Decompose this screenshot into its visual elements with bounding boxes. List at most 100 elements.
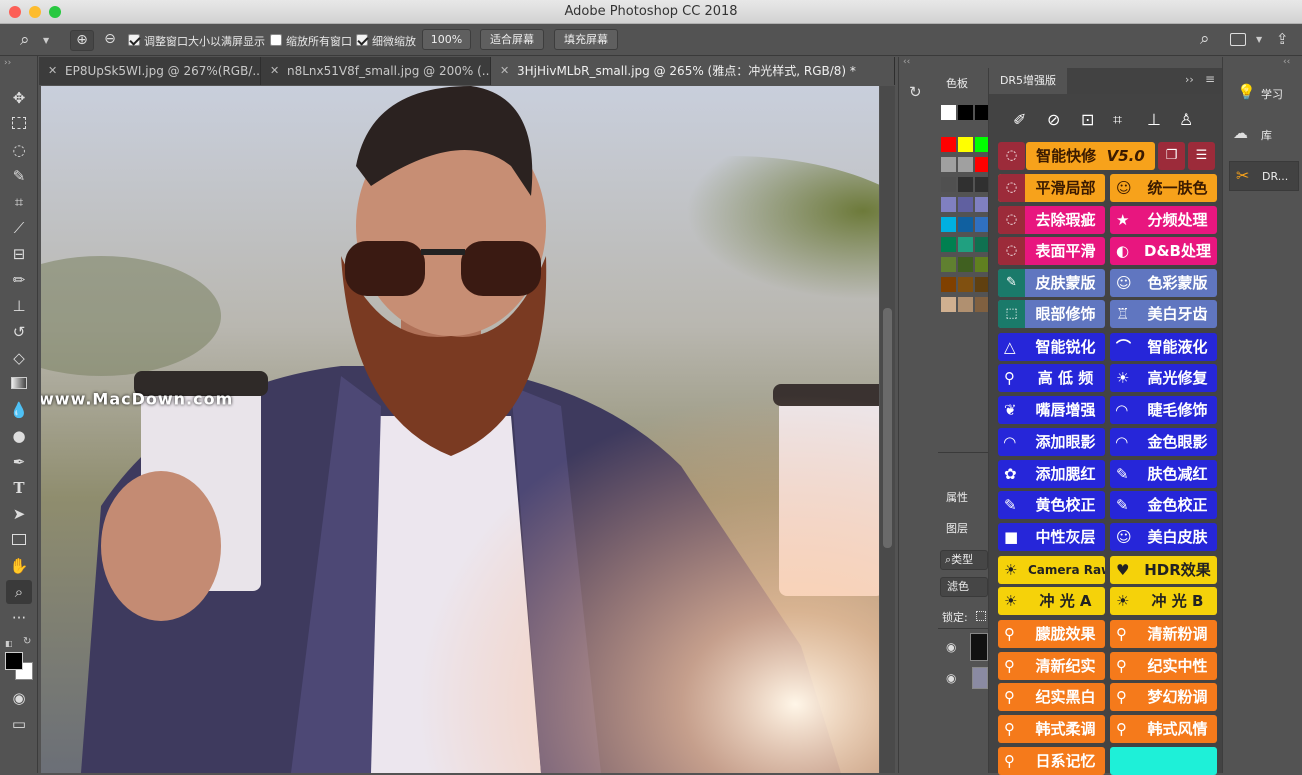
dr5-button-1-r[interactable]: ★ 分频处理 [1110,206,1217,234]
dr5-button-12-l[interactable]: ☀ Camera Raw [998,556,1105,584]
lock-transparency-icon[interactable] [976,611,986,621]
brush-icon[interactable]: ✐ [1013,110,1026,129]
close-icon[interactable]: ✕ [48,57,57,85]
hand-tool-icon[interactable]: ✋ [6,554,32,578]
dr5-button-2-l[interactable]: ◌ 表面平滑 [998,237,1105,265]
clone-stamp-tool-icon[interactable]: ⊥ [6,294,32,318]
color-swatch[interactable] [958,277,973,292]
layer-kind-filter[interactable]: ⌕类型 [940,550,988,570]
color-swatch[interactable] [958,217,973,232]
color-swatch[interactable] [958,105,973,120]
scrollbar-thumb[interactable] [883,308,892,548]
dr5-button-4-l[interactable]: ⬚ 眼部修饰 [998,300,1105,328]
color-swatch[interactable] [958,157,973,172]
color-swatch[interactable] [941,197,956,212]
patch-icon[interactable]: ⊡ [1081,110,1094,129]
layers-tab[interactable]: 图层 [946,520,968,536]
healing-brush-tool-icon[interactable]: ⊟ [6,242,32,266]
color-swatch[interactable] [958,177,973,192]
marquee-tool-icon[interactable] [6,112,32,136]
dr5-button-14-r[interactable]: ⚲ 清新粉调 [1110,620,1217,648]
type-tool-icon[interactable]: T [6,476,32,500]
swatches-tab[interactable]: 色板 [946,75,968,91]
brush-tool-icon[interactable]: ✏ [6,268,32,292]
zoom-value-field[interactable]: 100% [422,29,471,50]
person-icon[interactable]: ♙ [1179,110,1193,129]
dr5-button-11-r[interactable]: ☺ 美白皮肤 [1110,523,1217,551]
dr5-button-14-l[interactable]: ⚲ 朦胧效果 [998,620,1105,648]
dr-panel-button[interactable]: ✂ DR... [1229,161,1299,191]
dr5-button-3-r[interactable]: ☺ 色彩蒙版 [1110,269,1217,297]
libraries-label[interactable]: 库 [1261,127,1272,143]
dr5-button-3-l[interactable]: ✎ 皮肤蒙版 [998,269,1105,297]
dr5-button-1-l[interactable]: ◌ 去除瑕疵 [998,206,1105,234]
zoom-tool-icon[interactable]: ⌕ [6,580,32,604]
history-panel-icon[interactable]: ↻ [909,83,922,101]
swap-colors-icon[interactable]: ↻ [23,636,31,647]
color-swatch[interactable] [941,277,956,292]
panel-menu-icon[interactable]: ≡ [1205,72,1215,86]
close-icon[interactable]: ✕ [270,57,279,85]
color-swatch[interactable] [941,257,956,272]
more-tools-icon[interactable]: ··· [6,606,32,630]
fit-screen-button[interactable]: 适合屏幕 [480,29,544,50]
blur-tool-icon[interactable]: 💧 [6,398,32,422]
dr5-button-13-r[interactable]: ☀ 冲 光 B [1110,587,1217,615]
tab-document-2[interactable]: ✕ n8Lnx51V8f_small.jpg @ 200% (... [261,57,491,85]
dr5-button-6-r[interactable]: ☀ 高光修复 [1110,364,1217,392]
gradient-tool-icon[interactable] [6,372,32,396]
dr5-button-9-r[interactable]: ✎ 肤色减红 [1110,460,1217,488]
dr5-tab[interactable]: DR5增强版 [989,68,1067,94]
dr5-button-7-r[interactable]: ◠ 睫毛修饰 [1110,396,1217,424]
resize-windows-checkbox[interactable] [128,34,140,46]
dr5-button-15-r[interactable]: ⚲ 纪实中性 [1110,652,1217,680]
search-icon[interactable]: ⌕ [1200,29,1210,49]
chevron-down-icon[interactable]: ▼ [1256,35,1262,44]
libraries-icon[interactable]: ☁ [1233,124,1248,142]
quick-mask-icon[interactable]: ◉ [6,686,32,710]
dr5-button-10-r[interactable]: ✎ 金色校正 [1110,491,1217,519]
workspace-icon[interactable] [1230,33,1246,46]
rectangle-tool-icon[interactable] [6,528,32,552]
layer-thumbnail[interactable] [972,667,988,689]
pen-tool-icon[interactable]: ✒ [6,450,32,474]
stamp-icon[interactable]: ⊥ [1147,110,1161,129]
color-swatch[interactable] [941,237,956,252]
eyedropper-tool-icon[interactable]: ⟋ [6,216,32,240]
dr5-button-8-r[interactable]: ◠ 金色眼影 [1110,428,1217,456]
zoom-out-icon[interactable]: ⊖ [98,30,122,51]
chevron-down-icon[interactable]: ▼ [43,36,49,45]
dr5-button-16-r[interactable]: ⚲ 梦幻粉调 [1110,683,1217,711]
collapse-icon[interactable]: ›› [4,58,11,68]
dr5-button-0-r[interactable]: ☺ 统一肤色 [1110,174,1217,202]
dr5-button-13-l[interactable]: ☀ 冲 光 A [998,587,1105,615]
tab-document-1[interactable]: ✕ EP8UpSk5WI.jpg @ 267%(RGB/... [39,57,261,85]
collapse-icon[interactable]: ‹‹ [903,57,910,67]
color-swatch[interactable] [941,137,956,152]
close-icon[interactable]: ✕ [500,57,509,85]
layer-thumbnail[interactable] [970,633,988,661]
dr5-button-10-l[interactable]: ✎ 黄色校正 [998,491,1105,519]
blend-mode-select[interactable]: 滤色 [940,577,988,597]
vertical-scrollbar[interactable] [880,86,895,773]
dr5-button-17-l[interactable]: ⚲ 韩式柔调 [998,715,1105,743]
dr5-button-0-l[interactable]: ◌ 平滑局部 [998,174,1105,202]
dr5-button-6-l[interactable]: ⚲ 高 低 频 [998,364,1105,392]
eye-icon[interactable]: ◉ [946,671,956,685]
dr5-button-9-l[interactable]: ✿ 添加腮红 [998,460,1105,488]
quick-selection-tool-icon[interactable]: ✎ [6,164,32,188]
properties-tab[interactable]: 属性 [946,489,968,505]
screen-mode-icon[interactable]: ▭ [6,712,32,736]
collapse-icon[interactable]: ‹‹ [1283,57,1290,67]
select-icon[interactable]: ⌗ [1113,110,1122,130]
tab-document-3[interactable]: ✕ 3HjHivMLbR_small.jpg @ 265% (雅点：冲光样式, R… [491,57,895,85]
learn-label[interactable]: 学习 [1261,86,1283,102]
dr5-button-12-r[interactable]: ♥ HDR效果 [1110,556,1217,584]
dr5-button-18-l[interactable]: ⚲ 日系记忆 [998,747,1105,775]
document-canvas[interactable]: www.MacDown.com [41,86,879,773]
settings-icon[interactable]: ☰ [1188,142,1215,170]
crop-tool-icon[interactable]: ⌗ [6,190,32,214]
color-swatch[interactable] [958,297,973,312]
color-swatch[interactable] [958,257,973,272]
color-swatch[interactable] [958,137,973,152]
